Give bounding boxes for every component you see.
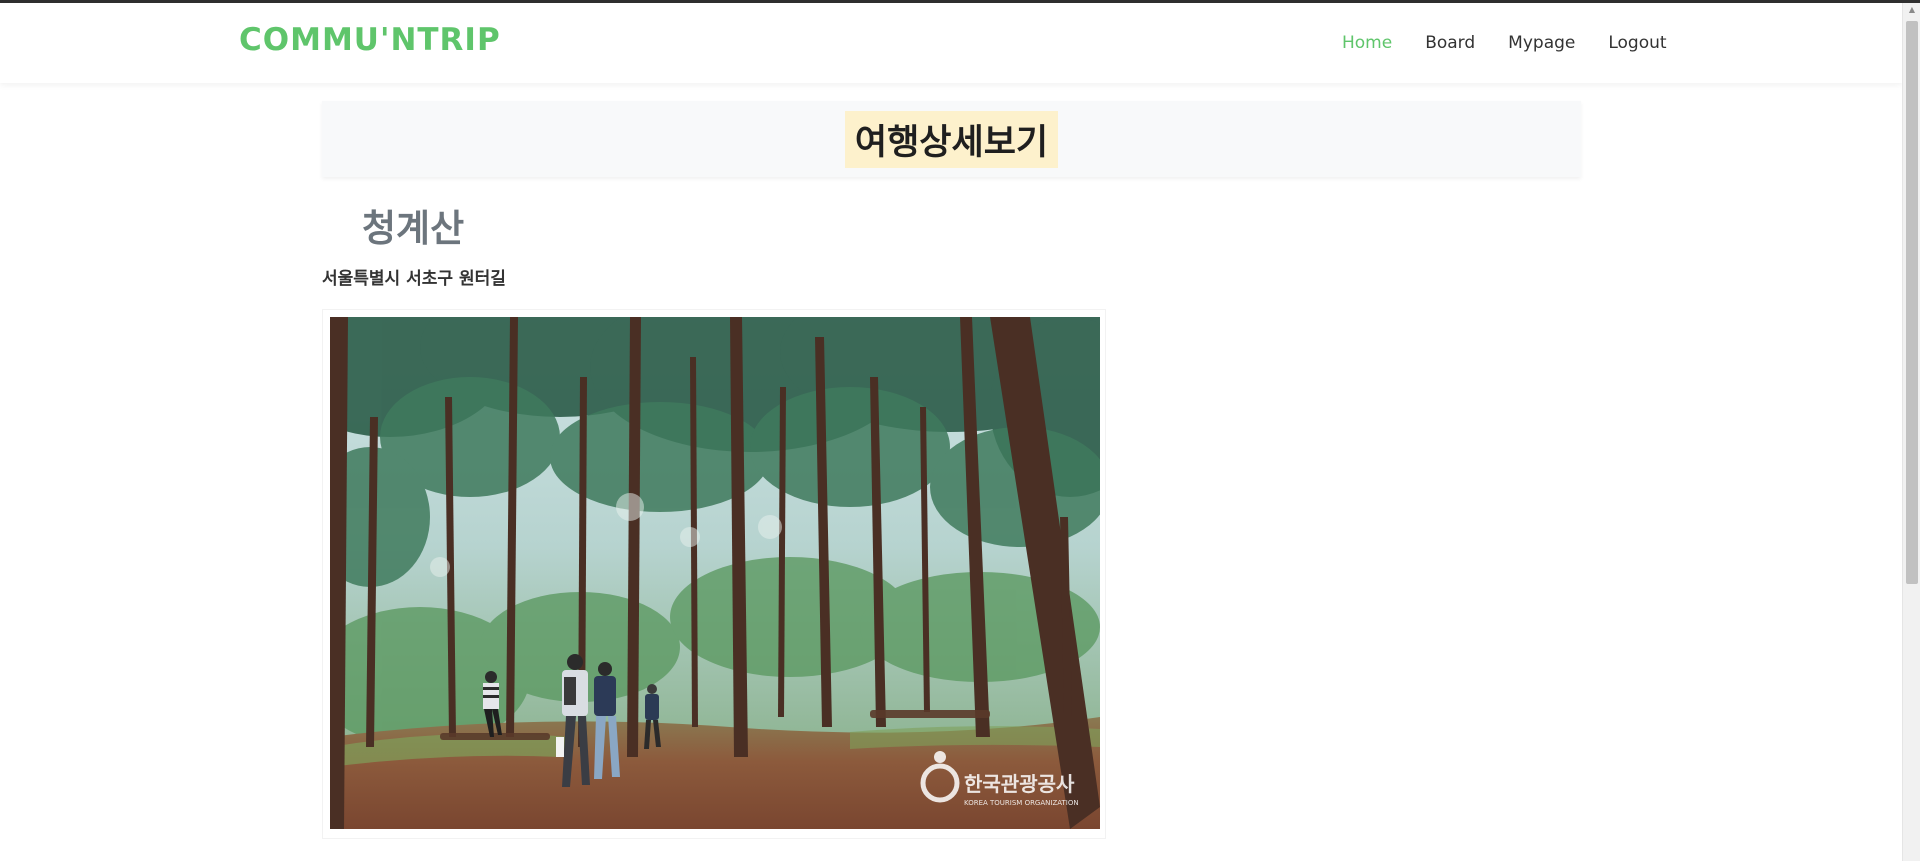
place-name: 청계산 bbox=[362, 207, 465, 250]
nav-link-logout[interactable]: Logout bbox=[1608, 33, 1666, 53]
nav-link-board[interactable]: Board bbox=[1425, 33, 1475, 53]
page-header-band: 여행상세보기 bbox=[322, 101, 1581, 177]
page-title: 여행상세보기 bbox=[844, 110, 1059, 168]
page-scrollbar[interactable]: ▲ bbox=[1902, 3, 1920, 861]
nav-link-mypage[interactable]: Mypage bbox=[1508, 33, 1575, 53]
chevron-up-icon[interactable]: ▲ bbox=[1903, 3, 1920, 17]
brand-logo[interactable]: COMMU'NTRIP bbox=[239, 22, 501, 58]
watermark-subtext: KOREA TOURISM ORGANIZATION bbox=[964, 799, 1079, 807]
nav-link-home[interactable]: Home bbox=[1342, 33, 1392, 53]
place-photo: 한국관광공사 KOREA TOURISM ORGANIZATION bbox=[330, 317, 1100, 829]
watermark-text: 한국관광공사 bbox=[964, 772, 1075, 796]
place-address: 서울특별시 서초구 원터길 bbox=[322, 269, 506, 289]
navbar: COMMU'NTRIP Home Board Mypage Logout bbox=[0, 3, 1902, 83]
nav-links: Home Board Mypage Logout bbox=[1342, 33, 1700, 53]
scrollbar-thumb[interactable] bbox=[1906, 21, 1918, 584]
place-photo-frame: 한국관광공사 KOREA TOURISM ORGANIZATION bbox=[322, 309, 1106, 839]
